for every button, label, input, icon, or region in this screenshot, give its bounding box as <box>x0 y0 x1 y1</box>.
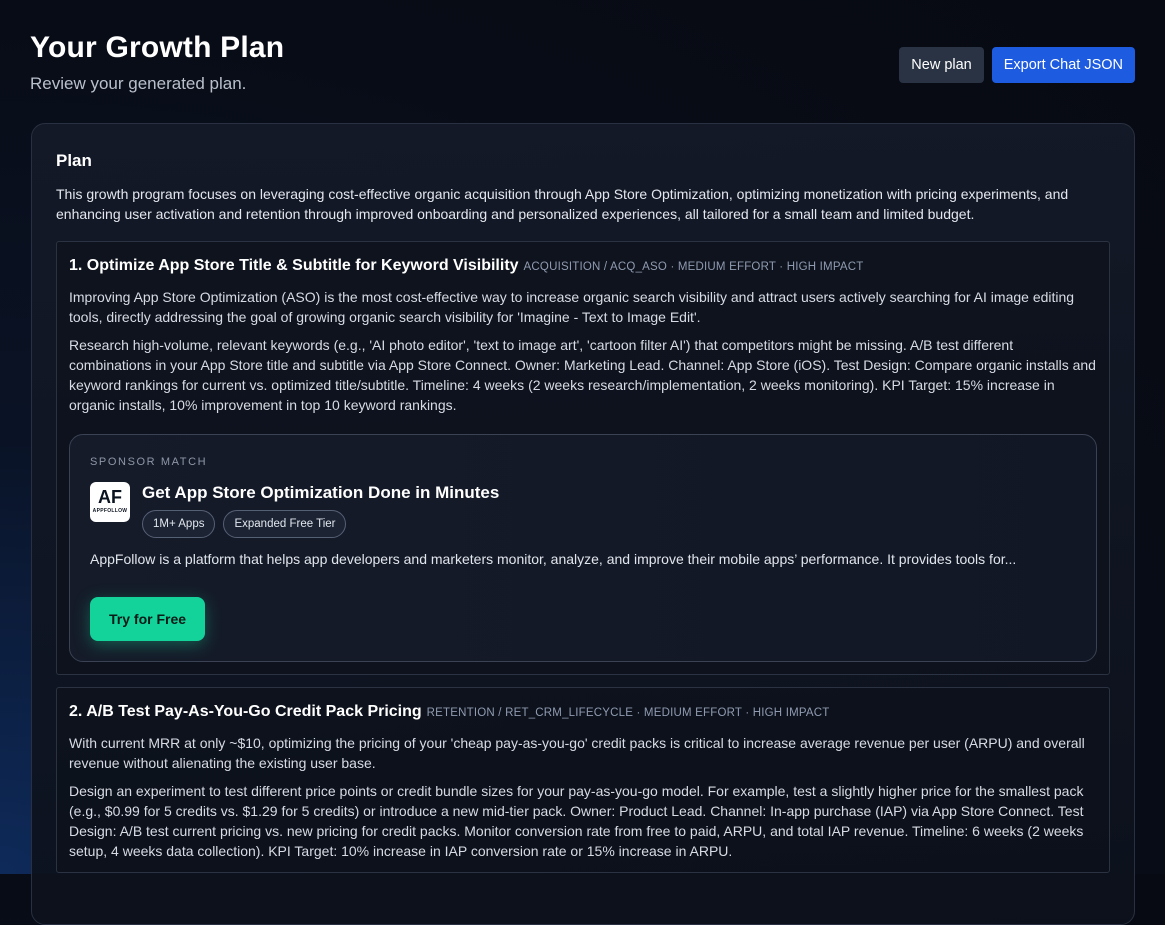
sponsor-badges: 1M+ Apps Expanded Free Tier <box>142 510 347 538</box>
new-plan-button[interactable]: New plan <box>899 47 984 83</box>
plan-item-title-row: 1. Optimize App Store Title & Subtitle f… <box>69 256 1097 277</box>
page-header: Your Growth Plan Review your generated p… <box>30 30 1135 100</box>
plan-item-rationale: With current MRR at only ~$10, optimizin… <box>69 735 1085 771</box>
plan-item-meta: ACQUISITION / ACQ_ASO · MEDIUM EFFORT · … <box>523 261 864 273</box>
plan-item-title: 2. A/B Test Pay-As-You-Go Credit Pack Pr… <box>69 703 422 720</box>
sponsor-card: SPONSOR MATCH AF APPFOLLOW Get App Store… <box>69 434 1097 662</box>
plan-item-title-row: 2. A/B Test Pay-As-You-Go Credit Pack Pr… <box>69 702 1097 723</box>
plan-item: 1. Optimize App Store Title & Subtitle f… <box>56 241 1110 675</box>
sponsor-description: AppFollow is a platform that helps app d… <box>90 551 1017 567</box>
plan-item-details: Design an experiment to test different p… <box>69 783 1084 859</box>
export-chat-json-button[interactable]: Export Chat JSON <box>991 47 1135 83</box>
sponsor-kicker: SPONSOR MATCH <box>90 456 208 468</box>
plan-summary: This growth program focuses on leveragin… <box>56 186 1069 222</box>
plan-item-meta: RETENTION / RET_CRM_LIFECYCLE · MEDIUM E… <box>426 707 830 719</box>
sponsor-badge: Expanded Free Tier <box>223 510 347 538</box>
header-actions: New plan Export Chat JSON <box>899 47 1135 83</box>
logo-mark: AF <box>98 487 122 507</box>
plan-item-title: 1. Optimize App Store Title & Subtitle f… <box>69 257 519 274</box>
plan-item-rationale: Improving App Store Optimization (ASO) i… <box>69 289 1075 325</box>
plan-item: 2. A/B Test Pay-As-You-Go Credit Pack Pr… <box>56 687 1110 873</box>
plan-heading: Plan <box>56 151 92 170</box>
appfollow-logo: AF APPFOLLOW <box>90 482 130 522</box>
try-for-free-button[interactable]: Try for Free <box>90 597 206 641</box>
sponsor-badge: 1M+ Apps <box>142 510 216 538</box>
logo-wordmark: APPFOLLOW <box>92 508 128 514</box>
sponsor-headline: Get App Store Optimization Done in Minut… <box>142 483 500 502</box>
plan-item-details: Research high-volume, relevant keywords … <box>69 337 1096 413</box>
plan-card: Plan This growth program focuses on leve… <box>31 123 1135 925</box>
